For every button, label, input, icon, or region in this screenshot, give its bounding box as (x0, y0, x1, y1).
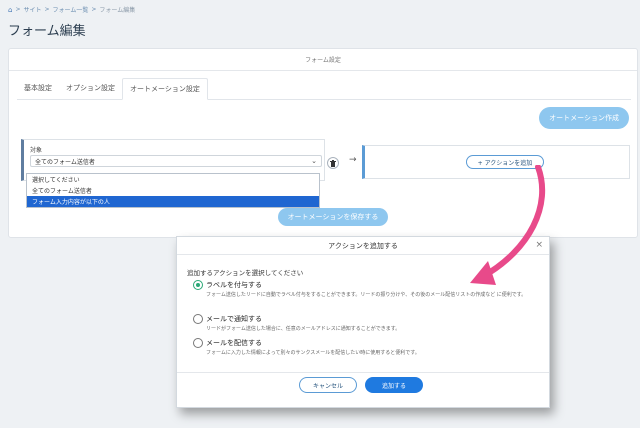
dropdown-option[interactable]: 全てのフォーム送信者 (27, 185, 319, 196)
target-label: 対象 (30, 147, 43, 154)
save-automation-button[interactable]: オートメーションを保存する (278, 208, 388, 226)
card-header: フォーム設定 (9, 49, 637, 71)
create-automation-button[interactable]: オートメーション作成 (539, 107, 629, 129)
page-title: フォーム編集 (8, 24, 86, 39)
arrow-right-icon: → (349, 155, 357, 165)
modal-prompt: 追加するアクションを選択してください (187, 269, 304, 277)
option-description: フォームに入力した情報によって別々のサンクスメールを配信したい時に使用すると便利… (206, 350, 420, 356)
target-select[interactable]: 全てのフォーム送信者 ⌄ (30, 155, 322, 167)
breadcrumb-separator: > (91, 6, 97, 13)
breadcrumb-item-site[interactable]: サイト (23, 5, 41, 14)
modal-footer (177, 372, 549, 409)
tab-basic-settings[interactable]: 基本設定 (17, 78, 59, 99)
breadcrumb-item-form-list[interactable]: フォーム一覧 (53, 5, 89, 14)
tab-option-settings[interactable]: オプション設定 (59, 78, 122, 99)
dropdown-option[interactable]: 選択してください (27, 174, 319, 185)
add-button[interactable]: 追加する (365, 377, 423, 393)
breadcrumb-separator: > (44, 6, 50, 13)
option-title: メールを配信する (206, 339, 262, 347)
chevron-down-icon: ⌄ (311, 157, 317, 165)
breadcrumb-item-current: フォーム編集 (99, 7, 136, 14)
target-dropdown-list: 選択してください 全てのフォーム送信者 フォーム入力内容が以下の人 (26, 173, 320, 208)
cancel-button[interactable]: キャンセル (299, 377, 357, 393)
radio-selected[interactable] (193, 280, 203, 290)
dropdown-option-highlighted[interactable]: フォーム入力内容が以下の人 (27, 196, 319, 207)
radio[interactable] (193, 314, 203, 324)
option-title: ラベルを付与する (206, 281, 262, 289)
breadcrumb-separator: > (15, 6, 21, 13)
annotation-arrow-icon (470, 165, 546, 285)
tab-bar: 基本設定 オプション設定 オートメーション設定 (17, 78, 631, 100)
option-description: リードがフォーム送信した場合に、任意のメールアドレスに通知することができます。 (206, 326, 401, 332)
tab-automation-settings[interactable]: オートメーション設定 (122, 78, 208, 100)
home-icon[interactable]: ⌂ (8, 6, 12, 14)
option-title: メールで通知する (206, 315, 262, 323)
breadcrumb: ⌂ > サイト > フォーム一覧 > フォーム編集 (8, 5, 136, 15)
target-select-value: 全てのフォーム送信者 (35, 158, 95, 166)
trash-icon[interactable] (327, 157, 339, 169)
radio[interactable] (193, 338, 203, 348)
